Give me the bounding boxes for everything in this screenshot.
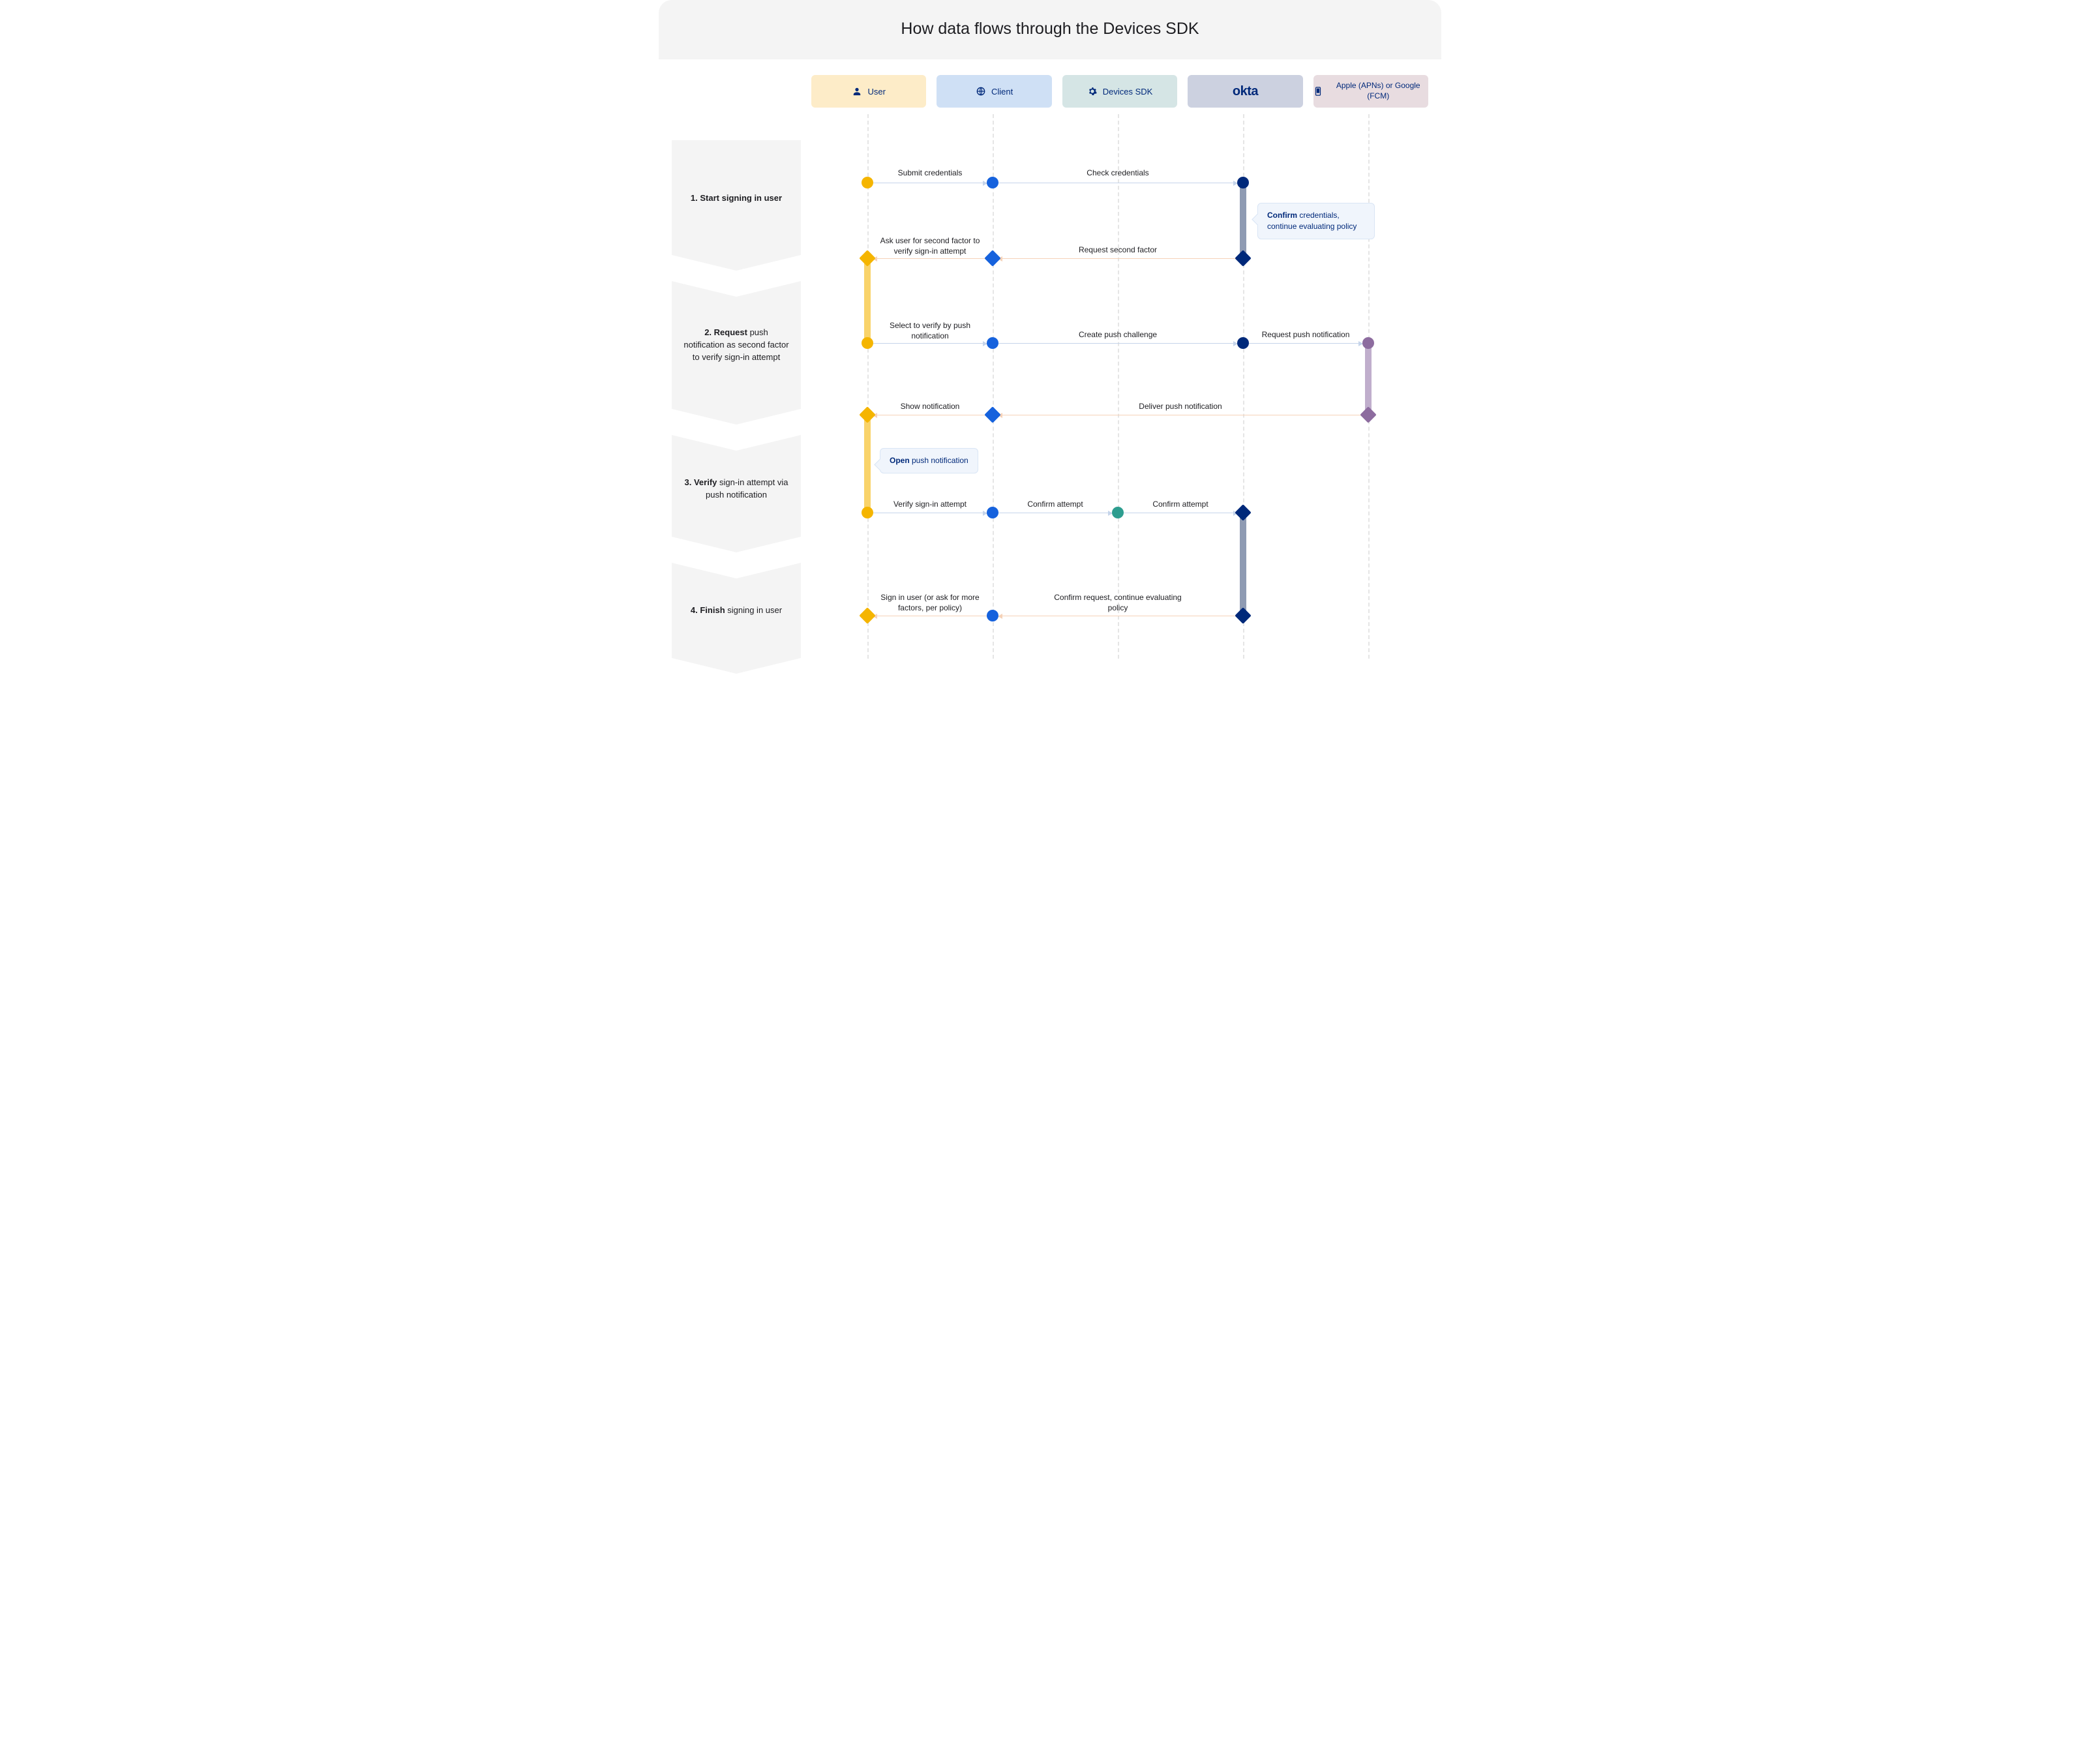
lanes-header: User Client Devices SDK okta [811, 75, 1428, 108]
node-okta-signin [1235, 607, 1251, 623]
diagram-page: How data flows through the Devices SDK 1… [659, 0, 1441, 693]
lane-label: User [867, 87, 885, 97]
activation-push-provider [1365, 343, 1372, 415]
step-num: 2. [704, 327, 712, 337]
node-user-verify [862, 507, 873, 518]
node-user-notif [859, 406, 875, 423]
label-confirm-request: Confirm request, continue evaluating pol… [1053, 592, 1183, 613]
label-create-push: Create push challenge [1079, 329, 1157, 340]
step-2: 2. Request push notification as second f… [672, 281, 801, 425]
callout-bold: Open [890, 456, 910, 465]
sequence-grid: Submit credentials Check credentials Con… [811, 114, 1428, 659]
label-select-push: Select to verify by push notification [881, 320, 979, 341]
node-sdk-confirm [1112, 507, 1124, 518]
label-verify-attempt: Verify sign-in attempt [893, 499, 967, 509]
step-bold: Finish [700, 605, 725, 615]
step-4: 4. Finish signing in user [672, 563, 801, 674]
node-client-signin [987, 610, 998, 621]
page-title: How data flows through the Devices SDK [659, 20, 1441, 38]
lane-client: Client [937, 75, 1051, 108]
node-okta-req-2f [1235, 250, 1251, 266]
step-1: 1. Start signing in user [672, 140, 801, 271]
label-deliver-push: Deliver push notification [1139, 401, 1222, 412]
arrow-select-push [873, 343, 987, 344]
step-num: 4. [691, 605, 698, 615]
lane-label: Client [991, 87, 1013, 97]
node-client-check [987, 177, 998, 188]
label-sign-in: Sign in user (or ask for more factors, p… [875, 592, 985, 613]
page-header: How data flows through the Devices SDK [659, 0, 1441, 59]
step-label: Start signing in user [700, 193, 782, 203]
label-show-notif: Show notification [901, 401, 960, 412]
lane-okta: okta [1188, 75, 1302, 108]
step-rest: signing in user [725, 605, 782, 615]
activation-okta-confirm [1240, 183, 1246, 258]
arrow-create-push [998, 343, 1237, 344]
person-icon [852, 86, 862, 97]
node-user-signed-in [859, 607, 875, 623]
arrow-request-second-factor [998, 258, 1237, 259]
callout-rest: push notification [910, 456, 968, 465]
step-num: 1. [691, 193, 698, 203]
lane-user: User [811, 75, 926, 108]
node-okta-confirm-attempt [1235, 504, 1251, 520]
node-okta-receive-cred [1237, 177, 1249, 188]
diagram-column: User Client Devices SDK okta [811, 75, 1428, 674]
node-user-submit [862, 177, 873, 188]
step-num: 3. [685, 477, 692, 487]
label-ask-second-factor: Ask user for second factor to verify sig… [871, 235, 989, 256]
callout-confirm-credentials: Confirm credentials, continue evaluating… [1257, 203, 1375, 239]
lifeline-user [867, 114, 869, 659]
lane-push-provider: Apple (APNs) or Google (FCM) [1313, 75, 1428, 108]
lifeline-client [993, 114, 994, 659]
lifeline-sdk [1118, 114, 1119, 659]
label-request-push-notif: Request push notification [1262, 329, 1350, 340]
label-confirm-attempt-2: Confirm attempt [1152, 499, 1208, 509]
callout-bold: Confirm [1267, 211, 1297, 220]
activation-user-2f [864, 258, 871, 343]
step-bold: Verify [694, 477, 717, 487]
gear-icon [1087, 86, 1098, 97]
node-user-select-push [862, 337, 873, 349]
okta-logo: okta [1233, 84, 1258, 99]
label-request-second-factor: Request second factor [1079, 245, 1157, 255]
lane-label: Devices SDK [1103, 87, 1153, 97]
label-check-credentials: Check credentials [1087, 168, 1148, 178]
step-bold: Request [714, 327, 747, 337]
content: 1. Start signing in user 2. Request push… [659, 59, 1441, 693]
node-client-create-push [987, 337, 998, 349]
arrow-ask-second-factor [873, 258, 987, 259]
node-okta-push-challenge [1237, 337, 1249, 349]
arrow-request-push-notif [1249, 343, 1362, 344]
activation-user-open [864, 415, 871, 513]
activation-okta-final [1240, 513, 1246, 616]
callout-open-push: Open push notification [880, 448, 978, 473]
label-confirm-attempt-1: Confirm attempt [1027, 499, 1083, 509]
label-submit-credentials: Submit credentials [898, 168, 963, 178]
node-client-show-notif [984, 406, 1000, 423]
node-push-provider-receive [1362, 337, 1374, 349]
steps-column: 1. Start signing in user 2. Request push… [672, 75, 801, 674]
step-3: 3. Verify sign-in attempt via push notif… [672, 435, 801, 552]
lane-label: Apple (APNs) or Google (FCM) [1328, 81, 1428, 101]
lane-sdk: Devices SDK [1062, 75, 1177, 108]
device-icon [1313, 86, 1323, 97]
step-rest: sign-in attempt via push notification [706, 477, 788, 500]
node-client-confirm [987, 507, 998, 518]
node-push-deliver [1360, 406, 1376, 423]
globe-icon [976, 86, 986, 97]
